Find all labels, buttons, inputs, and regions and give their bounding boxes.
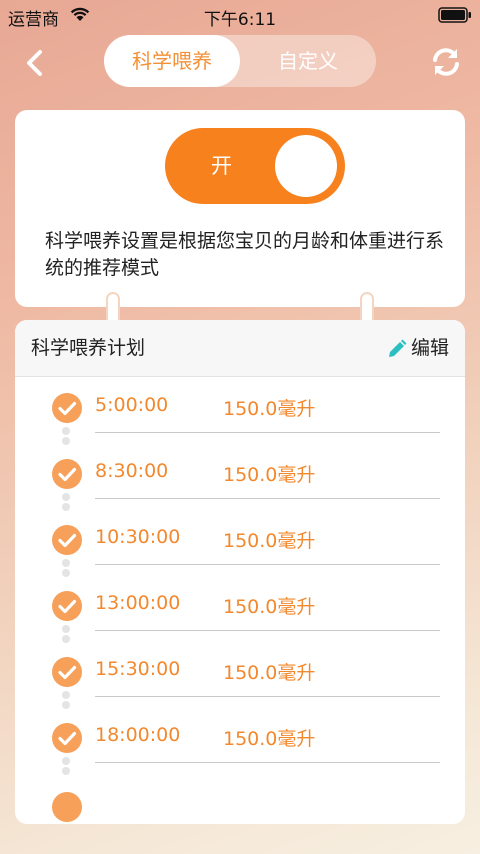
edit-label: 编辑 [410, 337, 449, 359]
check-icon [52, 657, 82, 687]
description-text: 科学喂养设置是根据您宝贝的月龄和体重进行系统的推荐模式 [45, 230, 445, 279]
feeding-amount: 150.0毫升 [223, 596, 316, 618]
timeline-dot [62, 503, 70, 511]
feeding-amount: 150.0毫升 [223, 530, 316, 552]
check-icon [52, 723, 82, 753]
feeding-amount: 150.0毫升 [223, 728, 316, 750]
check-icon [52, 525, 82, 555]
timeline-dot [62, 701, 70, 709]
check-icon [52, 591, 82, 621]
nav-bar: 科学喂养 自定义 [0, 30, 480, 94]
battery-icon [438, 7, 472, 28]
tab-custom[interactable]: 自定义 [240, 35, 376, 87]
check-icon [52, 459, 82, 489]
plan-row: 15:30:00 150.0毫升 [15, 644, 465, 710]
edit-button[interactable]: 编辑 [387, 320, 449, 377]
timeline-dot [62, 493, 70, 501]
feeding-time: 8:30:00 [95, 460, 169, 482]
refresh-icon [433, 48, 459, 76]
toggle-label: 开 [211, 154, 232, 178]
chevron-left-icon [27, 50, 42, 76]
row-divider [95, 564, 440, 565]
feeding-time: 18:00:00 [95, 724, 181, 746]
plan-row: 8:30:00 150.0毫升 [15, 446, 465, 512]
row-divider [95, 432, 440, 433]
segmented-control: 科学喂养 自定义 [104, 35, 376, 87]
feeding-amount: 150.0毫升 [223, 662, 316, 684]
row-divider [95, 696, 440, 697]
timeline-dot [62, 767, 70, 775]
row-divider [95, 762, 440, 763]
row-divider [95, 630, 440, 631]
feeding-time: 13:00:00 [95, 592, 181, 614]
toggle-knob[interactable] [275, 135, 337, 197]
tab-scientific-feeding[interactable]: 科学喂养 [104, 35, 240, 87]
row-divider [95, 498, 440, 499]
timeline-dot [62, 437, 70, 445]
feeding-time: 10:30:00 [95, 526, 181, 548]
timeline-dot [62, 559, 70, 567]
pencil-icon [388, 339, 407, 357]
check-icon [52, 792, 82, 822]
timeline-dot [62, 569, 70, 577]
plan-row: 10:30:00 150.0毫升 [15, 512, 465, 578]
timeline-dot [62, 625, 70, 633]
feeding-amount: 150.0毫升 [223, 464, 316, 486]
feeding-time: 15:30:00 [95, 658, 181, 680]
refresh-button[interactable] [430, 46, 462, 78]
plan-row: 13:00:00 150.0毫升 [15, 578, 465, 644]
plan-title: 科学喂养计划 [31, 337, 146, 359]
timeline-dot [62, 757, 70, 765]
plan-row: 18:00:00 150.0毫升 [15, 710, 465, 776]
status-time: 下午6:11 [203, 10, 277, 30]
status-bar: 运营商 下午6:11 [0, 0, 480, 30]
check-icon [52, 393, 82, 423]
timeline-dot [62, 427, 70, 435]
plan-header: 科学喂养计划 编辑 [15, 320, 465, 377]
timeline-dot [62, 691, 70, 699]
plan-row: 5:00:00 150.0毫升 [15, 380, 465, 446]
feeding-time: 5:00:00 [95, 394, 169, 416]
timeline-dot [62, 635, 70, 643]
feeding-toggle[interactable]: 开 [165, 128, 345, 204]
back-button[interactable] [18, 46, 52, 80]
plan-card: 科学喂养计划 编辑 5:00:00 150.0毫升 8:30:00 150.0毫升 10… [15, 320, 465, 824]
settings-card: 开 科学喂养设置是根据您宝贝的月龄和体重进行系统的推荐模式 [15, 110, 465, 307]
feeding-amount: 150.0毫升 [223, 398, 316, 420]
